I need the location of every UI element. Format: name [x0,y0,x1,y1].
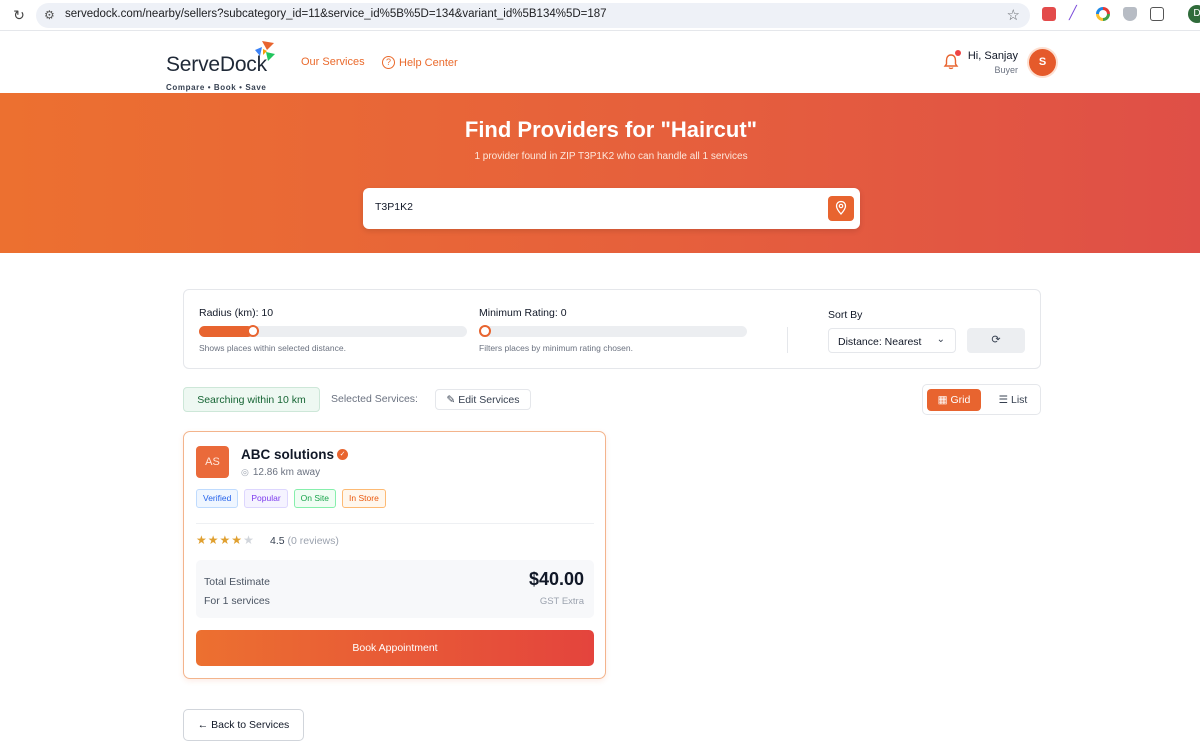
color-extension-icon[interactable] [1096,7,1110,21]
star-icon: ★ [207,533,220,547]
sort-label: Sort By [828,309,863,321]
rating-label: Minimum Rating: 0 [479,307,567,319]
view-toggle: ▦ Grid ☰ List [922,384,1041,415]
review-count: (0 reviews) [287,535,339,547]
radius-slider-thumb[interactable] [246,325,259,337]
pencil-icon: ✎ [446,394,456,406]
grid-icon: ▦ [937,394,948,406]
page-title: Find Providers for "Haircut" [464,117,758,142]
user-avatar[interactable]: S [1029,49,1056,76]
provider-distance: ◎ 12.86 km away [241,467,320,478]
refresh-icon: ⟳ [991,334,1001,346]
estimate-box: Total Estimate For 1 services $40.00 GST… [196,560,594,618]
site-header: ServeDock Compare • Book • Save Our Serv… [0,31,1200,93]
rating-slider-thumb[interactable] [479,325,491,337]
pen-extension-icon[interactable]: ╱ [1069,5,1083,20]
radius-label: Radius (km): 10 [199,307,274,319]
provider-name[interactable]: ABC solutions [241,447,334,462]
star-icon: ★ [219,533,232,547]
nav-help-label: Help Center [399,56,458,69]
book-appointment-button[interactable]: Book Appointment [196,630,594,666]
provider-avatar: AS [196,446,229,478]
gst-note: GST Extra [539,596,584,607]
arrow-left-icon: ← [197,719,209,731]
filter-panel: Radius (km): 10 Shows places within sele… [183,289,1041,369]
star-icon: ★ [196,533,208,547]
edit-services-label: Edit Services [458,394,520,406]
radius-slider-fill [199,326,253,337]
search-radius-chip: Searching within 10 km [183,387,320,412]
provider-card[interactable]: AS ABC solutions ✓ ◎ 12.86 km away Verifi… [183,431,606,679]
rating-slider[interactable] [479,325,747,337]
map-pin-icon [835,200,847,215]
hero-banner: Find Providers for "Haircut" 1 provider … [0,93,1200,253]
shield-extension-icon[interactable] [1123,7,1137,21]
grid-view-button[interactable]: ▦ Grid [927,389,981,411]
badge-verified: Verified [196,489,239,508]
logo-wordmark: ServeDock [166,53,267,76]
estimate-label: Total Estimate [204,576,270,588]
badge-on-site: On Site [293,489,337,508]
rating-hint: Filters places by minimum rating chosen. [479,343,634,353]
extension-icon[interactable] [1042,7,1056,21]
verified-check-icon: ✓ [337,449,348,460]
help-icon: ? [382,56,395,69]
radius-slider[interactable] [199,325,467,337]
badge-in-store: In Store [342,489,386,508]
selected-services-label: Selected Services: [331,393,418,405]
filter-divider [787,327,788,353]
distance-text: 12.86 km away [252,467,321,478]
locate-button[interactable] [828,196,854,221]
star-empty-icon: ★ [243,533,255,547]
puzzle-extensions-icon[interactable] [1150,7,1164,21]
profile-avatar[interactable]: D [1188,5,1200,23]
nav-help-center[interactable]: ? Help Center [382,56,458,69]
rating-summary: 4.5 (0 reviews) [270,535,339,547]
zip-search-input[interactable] [375,201,795,213]
radius-hint: Shows places within selected distance. [199,343,346,353]
estimate-services-count: For 1 services [204,595,270,607]
list-view-label: List [1011,394,1028,406]
back-to-services-button[interactable]: ← Back to Services [183,709,304,741]
bookmark-star-icon[interactable]: ☆ [1007,6,1020,24]
provider-badges: Verified Popular On Site In Store [196,489,386,508]
user-greeting: Hi, Sanjay [967,50,1018,62]
back-label: Back to Services [211,719,290,731]
rating-value: 4.5 [270,535,285,547]
url-text: servedock.com/nearby/sellers?subcategory… [65,8,607,20]
list-view-button[interactable]: ☰ List [989,389,1037,411]
list-icon: ☰ [998,394,1009,406]
reload-icon[interactable]: ↻ [11,7,27,23]
site-settings-icon[interactable]: ⚙ [44,8,55,22]
sort-select[interactable]: Distance: Nearest ⌄ [828,328,956,353]
edit-services-button[interactable]: ✎ Edit Services [435,389,531,410]
star-icon: ★ [231,533,244,547]
user-role: Buyer [994,65,1018,75]
zip-search-box [363,188,860,229]
nav-our-services[interactable]: Our Services [301,56,365,68]
chevron-down-icon: ⌄ [936,334,945,345]
estimate-price: $40.00 [528,569,584,589]
logo-tagline: Compare • Book • Save [166,83,267,92]
card-divider [196,523,594,524]
browser-toolbar: ↻ ⚙ servedock.com/nearby/sellers?subcate… [0,0,1200,31]
badge-popular: Popular [244,489,288,508]
sort-selected-value: Distance: Nearest [838,336,922,348]
reset-filters-button[interactable]: ⟳ [967,328,1025,353]
results-summary: 1 provider found in ZIP T3P1K2 who can h… [474,151,748,162]
grid-view-label: Grid [950,394,971,406]
address-bar[interactable]: ⚙ servedock.com/nearby/sellers?subcatego… [36,3,1030,28]
location-pin-icon: ◎ [241,467,249,477]
star-rating: ★★★★★ [196,533,255,547]
